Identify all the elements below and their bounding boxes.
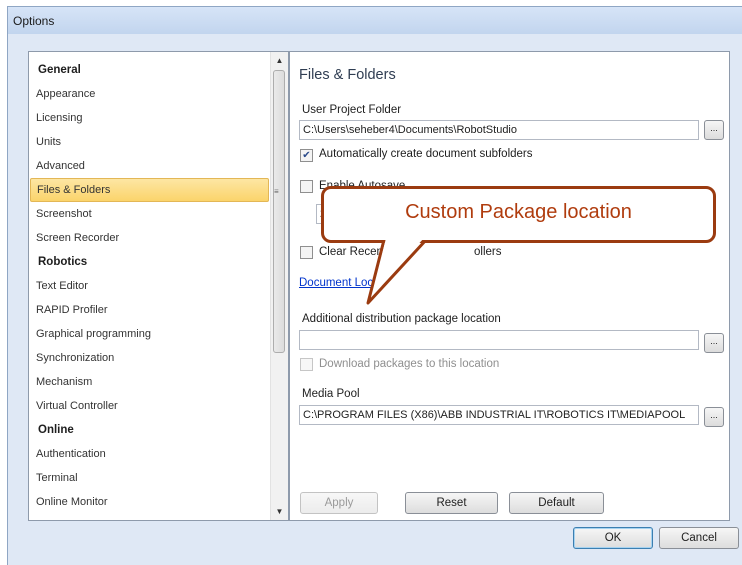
enable-autosave-checkbox[interactable]	[300, 180, 313, 193]
nav-item-online-monitor[interactable]: Online Monitor	[29, 490, 272, 514]
callout-text: Custom Package location	[405, 201, 632, 223]
additional-package-label: Additional distribution package location	[302, 313, 501, 325]
user-project-folder-browse-button[interactable]: ...	[704, 120, 724, 140]
nav-item-units[interactable]: Units	[29, 130, 272, 154]
panel-title: Files & Folders	[299, 67, 396, 83]
nav-item-virtual-controller[interactable]: Virtual Controller	[29, 394, 272, 418]
nav-group-online: Online	[38, 424, 74, 436]
nav-item-screenshot[interactable]: Screenshot	[29, 202, 272, 226]
nav-item-synchronization[interactable]: Synchronization	[29, 346, 272, 370]
nav-item-graphical-programming[interactable]: Graphical programming	[29, 322, 272, 346]
download-packages-label: Download packages to this location	[319, 358, 500, 370]
scroll-down-icon[interactable]: ▼	[271, 503, 288, 520]
user-project-folder-label: User Project Folder	[302, 104, 402, 116]
options-navigation: General Appearance Licensing Units Advan…	[28, 51, 289, 521]
clear-recent-checkbox[interactable]	[300, 246, 313, 259]
media-pool-field[interactable]: C:\PROGRAM FILES (X86)\ABB INDUSTRIAL IT…	[299, 405, 699, 425]
cancel-button[interactable]: Cancel	[659, 527, 739, 549]
nav-item-advanced[interactable]: Advanced	[29, 154, 272, 178]
nav-item-authentication[interactable]: Authentication	[29, 442, 272, 466]
scroll-up-icon[interactable]: ▲	[271, 52, 288, 69]
additional-package-field[interactable]	[299, 330, 699, 350]
nav-item-files-folders[interactable]: Files & Folders	[30, 178, 269, 202]
default-button[interactable]: Default	[509, 492, 604, 514]
nav-item-text-editor[interactable]: Text Editor	[29, 274, 272, 298]
ok-button[interactable]: OK	[573, 527, 653, 549]
nav-item-rapid-profiler[interactable]: RAPID Profiler	[29, 298, 272, 322]
callout-annotation: Custom Package location	[321, 186, 716, 243]
document-locations-link[interactable]: Document Loca	[299, 277, 380, 289]
nav-item-terminal[interactable]: Terminal	[29, 466, 272, 490]
nav-item-appearance[interactable]: Appearance	[29, 82, 272, 106]
auto-subfolders-checkbox[interactable]: ✔	[300, 149, 313, 162]
title-bar: Options	[8, 7, 742, 34]
nav-item-licensing[interactable]: Licensing	[29, 106, 272, 130]
user-project-folder-field[interactable]: C:\Users\seheber4\Documents\RobotStudio	[299, 120, 699, 140]
nav-group-robotics: Robotics	[38, 256, 88, 268]
nav-scrollbar[interactable]: ▲ ≡ ▼	[270, 52, 288, 520]
nav-group-general: General	[38, 64, 81, 76]
nav-item-screen-recorder[interactable]: Screen Recorder	[29, 226, 272, 250]
options-dialog: Options General Appearance Licensing Uni…	[7, 6, 742, 565]
clear-recent-label-end: ollers	[474, 246, 502, 258]
apply-button[interactable]: Apply	[300, 492, 378, 514]
scroll-thumb[interactable]	[273, 70, 285, 353]
nav-item-mechanism[interactable]: Mechanism	[29, 370, 272, 394]
auto-subfolders-label: Automatically create document subfolders	[319, 148, 533, 160]
settings-panel: Files & Folders User Project Folder C:\U…	[289, 51, 730, 521]
window-title: Options	[13, 14, 55, 28]
nav-list: General Appearance Licensing Units Advan…	[29, 58, 272, 514]
clear-recent-label: Clear Recent	[319, 246, 387, 258]
scroll-grip-icon: ≡	[274, 187, 279, 196]
additional-package-browse-button[interactable]: ...	[704, 333, 724, 353]
download-packages-checkbox[interactable]	[300, 358, 313, 371]
media-pool-label: Media Pool	[302, 388, 360, 400]
media-pool-browse-button[interactable]: ...	[704, 407, 724, 427]
reset-button[interactable]: Reset	[405, 492, 498, 514]
